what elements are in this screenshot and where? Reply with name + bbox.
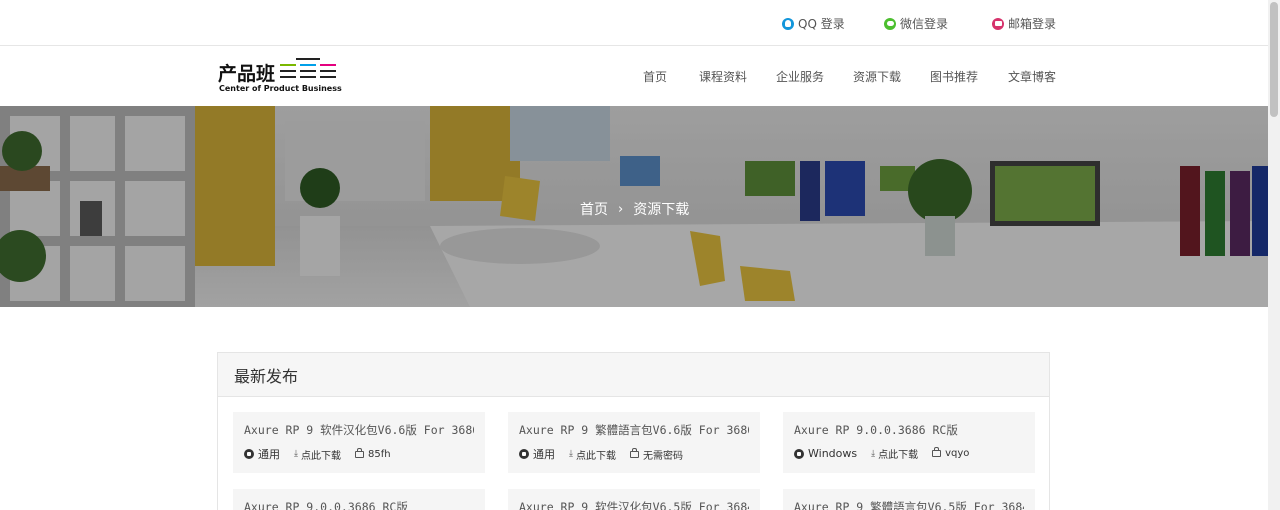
download-label: 点此下载 xyxy=(575,450,616,462)
email-icon xyxy=(992,17,1004,30)
resource-card[interactable]: Axure RP 9.0.0.3686 RC版 xyxy=(233,489,485,510)
logo-en-text: Center of Product Business xyxy=(219,84,342,93)
logo-bars-icon xyxy=(280,58,336,78)
lock-icon xyxy=(629,447,639,458)
platform-icon xyxy=(244,449,254,459)
wechat-login-label: 微信登录 xyxy=(900,17,949,31)
email-login-link[interactable]: 邮箱登录 xyxy=(992,15,1056,32)
resource-title[interactable]: Axure RP 9 软件汉化包V6.5版 For 3684 xyxy=(519,499,749,510)
download-icon: ⤓ xyxy=(294,449,298,459)
resource-meta: 通用 ⤓ 点此下载 无需密码 xyxy=(519,446,749,462)
resource-title[interactable]: Axure RP 9 软件汉化包V6.6版 For 3686 xyxy=(244,422,474,438)
nav-downloads[interactable]: 资源下载 xyxy=(853,68,901,85)
download-link[interactable]: ⤓ 点此下载 xyxy=(294,447,341,462)
wechat-login-link[interactable]: 微信登录 xyxy=(884,15,948,32)
resource-card[interactable]: Axure RP 9 繁體語言包V6.6版 For 3686 通用 ⤓ 点此下载 … xyxy=(508,412,760,473)
resource-card[interactable]: Axure RP 9 繁體語言包V6.5版 For 3684 xyxy=(783,489,1035,510)
qq-login-link[interactable]: QQ 登录 xyxy=(782,15,845,32)
platform-tag: 通用 xyxy=(519,446,555,462)
platform-label: Windows xyxy=(808,447,858,460)
wechat-icon xyxy=(884,17,896,30)
nav-courses[interactable]: 课程资料 xyxy=(699,68,747,85)
download-link[interactable]: ⤓ 点此下载 xyxy=(871,446,919,462)
qq-login-label: QQ 登录 xyxy=(798,17,845,31)
page-scrollbar[interactable] xyxy=(1268,0,1280,510)
hero-banner: 首页 › 资源下载 xyxy=(0,106,1268,307)
resource-card[interactable]: Axure RP 9 软件汉化包V6.6版 For 3686 通用 ⤓ 点此下载 … xyxy=(233,412,485,473)
resource-meta: 通用 ⤓ 点此下载 85fh xyxy=(244,446,474,462)
qq-icon xyxy=(782,17,794,30)
nav-books[interactable]: 图书推荐 xyxy=(930,68,978,85)
nav-home[interactable]: 首页 xyxy=(643,68,667,85)
breadcrumb-chevron-icon: › xyxy=(618,201,624,217)
resource-title[interactable]: Axure RP 9.0.0.3686 RC版 xyxy=(794,422,1024,438)
platform-label: 通用 xyxy=(258,448,280,461)
password-value: 85fh xyxy=(367,448,391,460)
download-label: 点此下载 xyxy=(300,450,341,462)
site-logo[interactable]: 产品班 Center of Product Business xyxy=(218,56,342,96)
resource-title[interactable]: Axure RP 9 繁體語言包V6.5版 For 3684 xyxy=(794,499,1024,510)
resource-card[interactable]: Axure RP 9.0.0.3686 RC版 Windows ⤓ 点此下载 vq… xyxy=(783,412,1035,473)
nav-enterprise[interactable]: 企业服务 xyxy=(776,68,824,85)
breadcrumb-current: 资源下载 xyxy=(633,202,690,218)
download-icon: ⤓ xyxy=(871,448,876,459)
password-info: 无需密码 xyxy=(629,447,683,462)
resource-card[interactable]: Axure RP 9 软件汉化包V6.5版 For 3684 xyxy=(508,489,760,510)
platform-label: 通用 xyxy=(533,448,555,461)
password-info: vqyo xyxy=(932,447,970,459)
panel-title: 最新发布 xyxy=(218,353,1049,397)
password-info: 85fh xyxy=(354,447,391,460)
latest-releases-panel: 最新发布 Axure RP 9 软件汉化包V6.6版 For 3686 通用 ⤓… xyxy=(217,352,1050,510)
breadcrumb: 首页 › 资源下载 xyxy=(580,199,689,219)
logo-cn-text: 产品班 xyxy=(218,63,276,85)
lock-icon xyxy=(354,447,364,458)
password-value: vqyo xyxy=(945,448,970,459)
email-login-label: 邮箱登录 xyxy=(1008,17,1057,31)
platform-icon xyxy=(794,448,804,459)
download-link[interactable]: ⤓ 点此下载 xyxy=(569,447,616,462)
site-header: 产品班 Center of Product Business 首页 课程资料 企… xyxy=(0,46,1268,106)
breadcrumb-home[interactable]: 首页 xyxy=(580,199,608,219)
resource-title[interactable]: Axure RP 9.0.0.3686 RC版 xyxy=(244,499,474,510)
resource-meta: Windows ⤓ 点此下载 vqyo xyxy=(794,446,1024,461)
scrollbar-thumb[interactable] xyxy=(1270,2,1278,117)
password-value: 无需密码 xyxy=(642,450,683,462)
platform-icon xyxy=(519,449,529,459)
download-icon: ⤓ xyxy=(569,449,573,459)
nav-blog[interactable]: 文章博客 xyxy=(1008,68,1056,85)
platform-tag: Windows xyxy=(794,447,857,460)
top-login-bar: QQ 登录 微信登录 邮箱登录 xyxy=(0,0,1268,46)
lock-icon xyxy=(932,447,942,457)
resource-title[interactable]: Axure RP 9 繁體語言包V6.6版 For 3686 xyxy=(519,422,749,438)
platform-tag: 通用 xyxy=(244,446,280,462)
download-label: 点此下载 xyxy=(878,450,919,461)
